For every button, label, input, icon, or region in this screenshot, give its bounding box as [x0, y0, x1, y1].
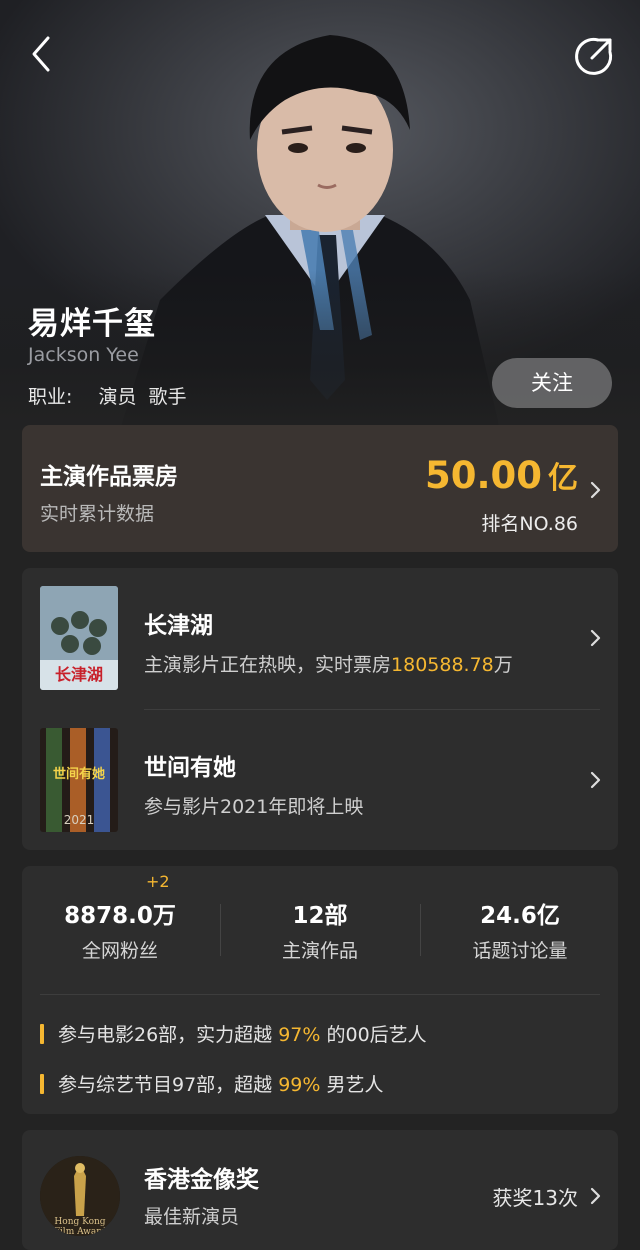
chevron-right-icon	[590, 629, 601, 647]
stat-works: 12部 主演作品	[222, 896, 418, 963]
follow-button[interactable]: 关注	[492, 358, 612, 408]
movie-subtitle: 主演影片正在热映，实时票房180588.78万	[144, 650, 513, 677]
fact-text: 的00后艺人	[320, 1024, 427, 1046]
movie-gross: 180588.78	[391, 654, 494, 676]
share-button[interactable]	[572, 34, 616, 78]
box-office-unit: 亿	[548, 461, 578, 496]
fact-text: 男艺人	[320, 1074, 384, 1096]
stat-value: 24.6亿	[480, 903, 560, 929]
fact-text: 参与电影26部，实力超越	[58, 1024, 279, 1046]
movie-poster-art: 世间有她 2021	[40, 728, 118, 832]
stat-label: 主演作品	[281, 940, 358, 962]
fact-percent: 97%	[278, 1024, 321, 1046]
stat-label: 全网粉丝	[81, 940, 158, 962]
profession-singer: 歌手	[148, 386, 187, 408]
signal-icon	[34, 0, 66, 4]
stat-value: 8878.0万	[64, 903, 176, 929]
award-card[interactable]: Hong Kong Film Award 香港金像奖 最佳新演员 获奖13次	[22, 1130, 618, 1250]
divider	[40, 994, 600, 995]
chevron-left-icon	[32, 36, 50, 72]
divider	[220, 904, 221, 956]
award-count: 获奖13次	[492, 1186, 578, 1210]
movie-poster: 世间有她 2021	[40, 728, 118, 832]
stats-card: +2 8878.0万 全网粉丝 12部 主演作品 24.6亿 话题讨论量 参与电…	[22, 866, 618, 1114]
award-subtitle: 最佳新演员	[144, 1206, 240, 1228]
artist-english-name: Jackson Yee	[28, 344, 139, 366]
movie-poster-title: 长津湖	[55, 665, 103, 684]
box-office-subtitle: 实时累计数据	[40, 503, 155, 525]
fact-text: 参与综艺节目97部，超越	[58, 1074, 279, 1096]
movie-title: 长津湖	[144, 613, 213, 639]
box-office-title: 主演作品票房	[40, 464, 178, 490]
fact-line: 参与综艺节目97部，超越 99% 男艺人	[40, 1070, 384, 1097]
profession-label: 职业:	[28, 386, 73, 408]
fact-line: 参与电影26部，实力超越 97% 的00后艺人	[40, 1020, 427, 1047]
box-office-value: 50.00 亿	[425, 453, 578, 497]
movie-item[interactable]: 世间有她 2021 世间有她 参与影片2021年即将上映	[22, 710, 618, 850]
chevron-right-icon	[590, 481, 601, 499]
movie-poster-year: 2021	[64, 813, 95, 827]
stat-value: 12部	[292, 903, 348, 929]
movie-item[interactable]: 长津湖 长津湖 主演影片正在热映，实时票房180588.78万	[22, 568, 618, 708]
back-button[interactable]	[22, 34, 62, 74]
box-office-amount: 50.00	[424, 454, 542, 497]
movies-card: 长津湖 长津湖 主演影片正在热映，实时票房180588.78万 世间有她 202…	[22, 568, 618, 850]
accent-bar	[40, 1024, 44, 1044]
movie-title: 世间有她	[144, 755, 236, 781]
movie-subtitle: 参与影片2021年即将上映	[144, 796, 364, 818]
fact-percent: 99%	[278, 1074, 321, 1096]
stat-label: 话题讨论量	[472, 940, 568, 962]
award-trophy-icon: Hong Kong Film Award	[40, 1156, 120, 1236]
chevron-right-icon	[590, 771, 601, 789]
profession-actor: 演员	[98, 386, 137, 408]
box-office-card[interactable]: 主演作品票房 实时累计数据 50.00 亿 排名NO.86	[22, 425, 618, 552]
artist-name: 易烊千玺	[28, 306, 156, 342]
movie-gross-unit: 万	[493, 654, 513, 676]
movie-poster-art: 长津湖	[40, 586, 118, 690]
movie-poster: 长津湖	[40, 586, 118, 690]
divider	[420, 904, 421, 956]
fans-delta: +2	[146, 872, 170, 891]
award-icon-text: Hong Kong	[54, 1217, 105, 1227]
svg-text:世间有她: 世间有她	[53, 766, 105, 782]
award-title: 香港金像奖	[144, 1167, 259, 1193]
accent-bar	[40, 1074, 44, 1094]
stat-topics: 24.6亿 话题讨论量	[422, 896, 618, 963]
chevron-right-icon	[590, 1187, 601, 1205]
stat-fans: 8878.0万 全网粉丝	[22, 896, 218, 963]
share-icon	[575, 37, 613, 75]
profession-line: 职业: 演员 歌手	[28, 382, 193, 409]
box-office-rank: 排名NO.86	[481, 513, 578, 535]
movie-subtitle-text: 主演影片正在热映，实时票房	[144, 654, 392, 676]
